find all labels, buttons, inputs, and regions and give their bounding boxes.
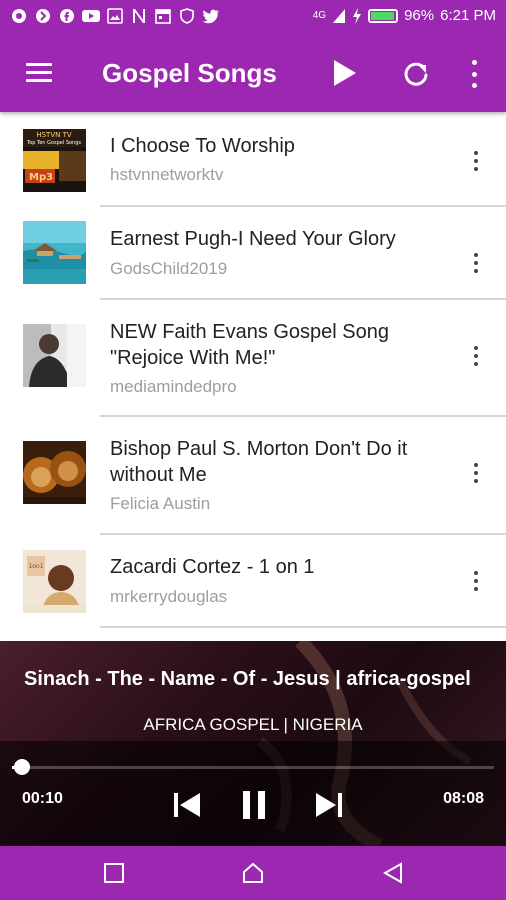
- song-title: I Choose To Worship: [110, 135, 295, 157]
- song-title: Bishop Paul S. Morton Don't Do it withou…: [110, 438, 408, 486]
- system-status: 4G 96% 6:21 PM: [313, 7, 496, 24]
- seek-handle[interactable]: [13, 759, 30, 775]
- item-more-icon[interactable]: [472, 253, 480, 273]
- news-icon: [130, 7, 148, 25]
- duration: 08:08: [443, 790, 484, 807]
- song-title: NEW Faith Evans Gospel Song "Rejoice Wit…: [110, 321, 390, 369]
- island-thumbnail: [23, 221, 86, 284]
- overflow-menu-icon[interactable]: [470, 60, 478, 88]
- calendar-icon: [154, 7, 172, 25]
- menu-icon[interactable]: [26, 63, 52, 83]
- lions-thumbnail: [23, 441, 86, 504]
- now-playing-title: Sinach - The - Name - Of - Jesus | afric…: [24, 668, 471, 690]
- youtube-icon: [82, 7, 100, 25]
- gallery-icon: [106, 7, 124, 25]
- shazam-icon: [34, 7, 52, 25]
- song-channel: mediamindedpro: [110, 377, 237, 396]
- network-type: 4G: [312, 9, 327, 21]
- now-playing-station: AFRICA GOSPEL | NIGERIA: [143, 715, 363, 734]
- battery-percent: 96%: [404, 7, 435, 24]
- shield-icon: [178, 7, 196, 25]
- skip-next-icon[interactable]: [316, 793, 342, 817]
- item-more-icon[interactable]: [472, 151, 480, 171]
- back-icon[interactable]: [382, 862, 404, 884]
- twitter-icon: [202, 7, 220, 25]
- notification-icons: [10, 7, 220, 25]
- pause-icon[interactable]: [241, 791, 267, 819]
- system-nav-bar: [0, 846, 506, 900]
- song-channel: hstvnnetworktv: [110, 165, 224, 184]
- divider: [100, 626, 506, 628]
- clock: 6:21 PM: [440, 7, 496, 24]
- list-item[interactable]: 1on1 Zacardi Cortez - 1 on 1 mrkerrydoug…: [0, 535, 506, 627]
- play-all-icon[interactable]: [334, 60, 356, 86]
- item-more-icon[interactable]: [472, 346, 480, 366]
- app-bar: Gospel Songs: [0, 36, 506, 112]
- portrait-thumbnail: [23, 324, 86, 387]
- item-more-icon[interactable]: [472, 571, 480, 591]
- home-icon[interactable]: [242, 862, 264, 884]
- item-more-icon[interactable]: [472, 463, 480, 483]
- battery-icon: [368, 8, 399, 23]
- signal-icon: [333, 8, 346, 23]
- list-item[interactable]: Bishop Paul S. Morton Don't Do it withou…: [0, 417, 506, 533]
- charging-icon: [353, 7, 362, 24]
- skip-previous-icon[interactable]: [174, 793, 200, 817]
- cortez-thumbnail: 1on1: [23, 550, 86, 613]
- song-title: Earnest Pugh-I Need Your Glory: [110, 228, 396, 250]
- svg-text:Mp3: Mp3: [29, 172, 53, 183]
- status-bar: 4G 96% 6:21 PM: [0, 0, 506, 36]
- list-item[interactable]: Earnest Pugh-I Need Your Glory GodsChild…: [0, 207, 506, 299]
- list-item[interactable]: HSTVN TV Top Ten Gospel Songs Mp3 I Choo…: [0, 113, 506, 206]
- page-title: Gospel Songs: [102, 58, 277, 88]
- song-channel: Felicia Austin: [110, 494, 211, 513]
- svg-text:Top Ten Gospel Songs: Top Ten Gospel Songs: [26, 140, 81, 146]
- song-channel: GodsChild2019: [110, 259, 228, 278]
- svg-text:1on1: 1on1: [28, 563, 43, 570]
- seek-bar[interactable]: [12, 766, 494, 769]
- now-playing-panel: Sinach - The - Name - Of - Jesus | afric…: [0, 641, 506, 846]
- recent-apps-icon[interactable]: [103, 862, 125, 884]
- song-channel: mrkerrydouglas: [110, 587, 228, 606]
- current-time: 00:10: [22, 790, 63, 807]
- song-title: Zacardi Cortez - 1 on 1: [110, 556, 315, 578]
- hstvn-thumbnail: HSTVN TV Top Ten Gospel Songs Mp3: [23, 129, 86, 192]
- facebook-icon: [58, 7, 76, 25]
- svg-text:HSTVN TV: HSTVN TV: [36, 131, 72, 139]
- list-item[interactable]: NEW Faith Evans Gospel Song "Rejoice Wit…: [0, 300, 506, 416]
- refresh-icon[interactable]: [402, 60, 430, 88]
- opera-icon: [10, 7, 28, 25]
